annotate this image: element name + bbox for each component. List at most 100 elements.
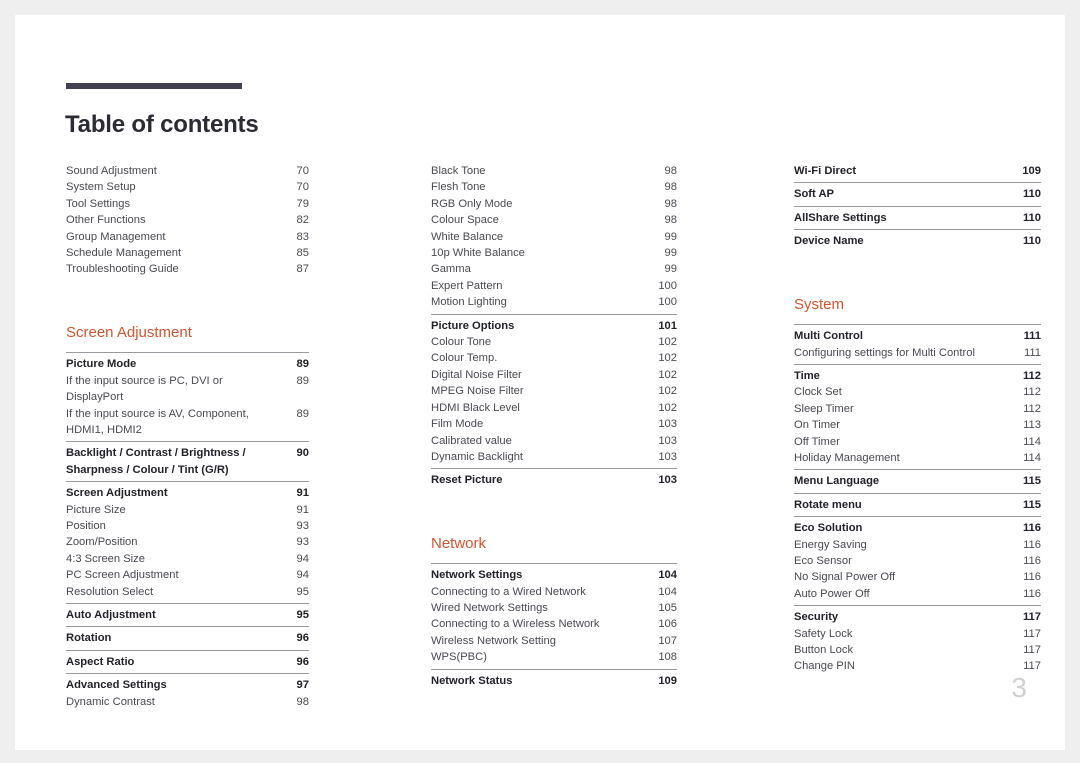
toc-entry[interactable]: Off Timer 114 (794, 434, 1041, 450)
toc-entry-page-number: 89 (296, 374, 309, 387)
toc-entry[interactable]: WPS(PBC) 108 (431, 649, 677, 665)
toc-entry-label: Colour Space (431, 214, 499, 227)
toc-entry[interactable]: Configuring settings for Multi Control 11… (794, 345, 1041, 361)
toc-entry[interactable]: Position 93 (66, 518, 309, 534)
toc-entry-label: Picture Options (431, 319, 515, 332)
toc-entry[interactable]: White Balance 99 (431, 229, 677, 245)
toc-group: Network Settings 104 Connecting to a Wired… (431, 563, 677, 668)
toc-entry[interactable]: Zoom/Position 93 (66, 534, 309, 550)
toc-entry[interactable]: Picture Mode 89 (66, 356, 309, 372)
toc-entry-page-number: 82 (296, 214, 309, 227)
toc-entry[interactable]: Troubleshooting Guide 87 (66, 261, 309, 277)
toc-entry-label: If the input source is PC, DVI or Displa… (66, 374, 223, 404)
toc-entry[interactable]: Calibrated value 103 (431, 433, 677, 449)
toc-entry[interactable]: Group Management 83 (66, 229, 309, 245)
toc-entry[interactable]: Energy Saving 116 (794, 537, 1041, 553)
toc-entry[interactable]: Expert Pattern 100 (431, 278, 677, 294)
toc-entry[interactable]: System Setup 70 (66, 179, 309, 195)
toc-entry-page-number: 111 (1023, 346, 1041, 359)
toc-entry[interactable]: Gamma 99 (431, 261, 677, 277)
toc-entry-label: Holiday Management (794, 451, 900, 464)
toc-group: Wi-Fi Direct 109 (794, 163, 1041, 182)
toc-entry-label: Change PIN (794, 660, 855, 673)
toc-entry[interactable]: 10p White Balance 99 (431, 245, 677, 261)
toc-entry[interactable]: MPEG Noise Filter 102 (431, 383, 677, 399)
toc-entry[interactable]: Change PIN 117 (794, 658, 1041, 674)
toc-entry[interactable]: Network Status 109 (431, 673, 677, 689)
toc-entry[interactable]: Colour Tone 102 (431, 334, 677, 350)
toc-entry[interactable]: Wi-Fi Direct 109 (794, 163, 1041, 179)
toc-entry[interactable]: Clock Set 112 (794, 384, 1041, 400)
toc-entry-label: AllShare Settings (794, 211, 887, 224)
toc-entry[interactable]: Other Functions 82 (66, 212, 309, 228)
toc-entry-label: Aspect Ratio (66, 655, 135, 668)
toc-entry[interactable]: Tool Settings 79 (66, 196, 309, 212)
toc-entry-page-number: 91 (296, 503, 309, 516)
toc-entry-page-number: 70 (296, 181, 309, 194)
toc-entry[interactable]: Network Settings 104 (431, 567, 677, 583)
toc-entry[interactable]: Reset Picture 103 (431, 472, 677, 488)
toc-entry[interactable]: If the input source is PC, DVI or Displa… (66, 373, 309, 406)
toc-entry[interactable]: Eco Sensor 116 (794, 553, 1041, 569)
toc-entry[interactable]: Holiday Management 114 (794, 450, 1041, 466)
toc-entry-page-number: 107 (658, 634, 677, 647)
toc-entry[interactable]: No Signal Power Off 116 (794, 569, 1041, 585)
toc-entry-page-number: 103 (658, 418, 677, 431)
toc-entry[interactable]: On Timer 113 (794, 417, 1041, 433)
toc-entry[interactable]: Motion Lighting 100 (431, 294, 677, 310)
toc-entry[interactable]: Dynamic Contrast 98 (66, 694, 309, 710)
toc-entry[interactable]: RGB Only Mode 98 (431, 196, 677, 212)
toc-entry[interactable]: Film Mode 103 (431, 416, 677, 432)
toc-entry[interactable]: Auto Adjustment 95 (66, 607, 309, 623)
toc-entry[interactable]: Backlight / Contrast / Brightness / Shar… (66, 445, 309, 478)
toc-entry-page-number: 116 (1022, 522, 1041, 535)
toc-entry[interactable]: Dynamic Backlight 103 (431, 449, 677, 465)
toc-group: Screen Adjustment 91 Picture Size 91 Positio… (66, 481, 309, 603)
toc-group: Sound Adjustment 70 System Setup 70 Tool Set… (66, 163, 309, 281)
toc-entry[interactable]: Black Tone 98 (431, 163, 677, 179)
toc-entry[interactable]: Aspect Ratio 96 (66, 654, 309, 670)
toc-entry[interactable]: Sound Adjustment 70 (66, 163, 309, 179)
toc-entry[interactable]: AllShare Settings 110 (794, 210, 1041, 226)
toc-entry[interactable]: Auto Power Off 116 (794, 586, 1041, 602)
toc-entry[interactable]: Picture Size 91 (66, 502, 309, 518)
toc-entry[interactable]: Picture Options 101 (431, 318, 677, 334)
toc-group: Reset Picture 103 (431, 468, 677, 491)
toc-entry[interactable]: Connecting to a Wired Network 104 (431, 584, 677, 600)
toc-entry-page-number: 116 (1023, 538, 1041, 551)
toc-entry[interactable]: Safety Lock 117 (794, 626, 1041, 642)
toc-entry[interactable]: Wireless Network Setting 107 (431, 633, 677, 649)
toc-entry-page-number: 113 (1023, 419, 1041, 432)
toc-entry[interactable]: 4:3 Screen Size 94 (66, 551, 309, 567)
toc-entry[interactable]: Soft AP 110 (794, 186, 1041, 202)
toc-entry[interactable]: Resolution Select 95 (66, 584, 309, 600)
toc-entry[interactable]: Multi Control 111 (794, 328, 1041, 344)
toc-entry[interactable]: Rotate menu 115 (794, 497, 1041, 513)
toc-entry[interactable]: Colour Space 98 (431, 212, 677, 228)
toc-entry[interactable]: Security 117 (794, 609, 1041, 625)
toc-entry[interactable]: Digital Noise Filter 102 (431, 367, 677, 383)
toc-entry[interactable]: Rotation 96 (66, 630, 309, 646)
toc-entry-label: Digital Noise Filter (431, 368, 522, 381)
toc-entry[interactable]: Device Name 110 (794, 233, 1041, 249)
toc-entry[interactable]: HDMI Black Level 102 (431, 400, 677, 416)
toc-entry-label: MPEG Noise Filter (431, 385, 524, 398)
toc-entry[interactable]: Advanced Settings 97 (66, 677, 309, 693)
toc-entry[interactable]: Screen Adjustment 91 (66, 485, 309, 501)
toc-entry[interactable]: Schedule Management 85 (66, 245, 309, 261)
toc-entry[interactable]: Menu Language 115 (794, 473, 1041, 489)
toc-entry-page-number: 103 (658, 434, 677, 447)
toc-entry[interactable]: Flesh Tone 98 (431, 179, 677, 195)
toc-entry[interactable]: Sleep Timer 112 (794, 401, 1041, 417)
toc-entry[interactable]: Button Lock 117 (794, 642, 1041, 658)
toc-entry-label: Menu Language (794, 475, 880, 488)
toc-entry[interactable]: PC Screen Adjustment 94 (66, 567, 309, 583)
toc-entry[interactable]: If the input source is AV, Component, HD… (66, 406, 309, 439)
toc-entry[interactable]: Connecting to a Wireless Network 106 (431, 616, 677, 632)
toc-entry-label: Group Management (66, 230, 166, 243)
toc-entry[interactable]: Time 112 (794, 368, 1041, 384)
toc-entry[interactable]: Colour Temp. 102 (431, 350, 677, 366)
toc-entry[interactable]: Eco Solution 116 (794, 520, 1041, 536)
toc-entry[interactable]: Wired Network Settings 105 (431, 600, 677, 616)
toc-entry-page-number: 108 (658, 651, 677, 664)
